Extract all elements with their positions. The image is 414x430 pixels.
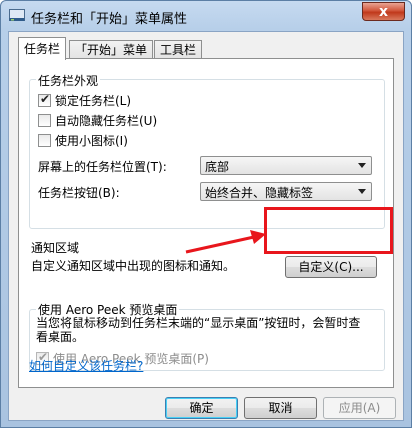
customize-notifications-button[interactable]: 自定义(C)... <box>285 256 377 278</box>
notification-description: 自定义通知区域中出现的图标和通知。 <box>31 259 236 273</box>
position-label: 屏幕上的任务栏位置(T): <box>38 160 167 174</box>
lock-taskbar-option[interactable]: ✔ 锁定任务栏(L) <box>38 92 131 108</box>
small-icons-option[interactable]: 使用小图标(I) <box>38 132 128 148</box>
annotation-arrow-icon <box>185 230 266 254</box>
auto-hide-label: 自动隐藏任务栏(U) <box>55 113 158 128</box>
close-button[interactable]: x <box>362 2 405 21</box>
taskbar-buttons-value: 始终合并、隐藏标签 <box>205 186 314 200</box>
auto-hide-option[interactable]: 自动隐藏任务栏(U) <box>38 112 157 128</box>
buttons-label: 任务栏按钮(B): <box>38 186 120 200</box>
chevron-down-icon <box>358 163 366 168</box>
small-icons-label: 使用小图标(I) <box>55 133 128 148</box>
aero-peek-description: 当您将鼠标移动到任务栏末端的“显示桌面”按钮时，会暂时查看桌面。 <box>36 316 361 344</box>
taskbar-app-icon <box>9 9 25 23</box>
lock-taskbar-checkbox[interactable]: ✔ <box>38 91 51 107</box>
title-bar[interactable]: 任务栏和「开始」菜单属性 x <box>1 1 411 31</box>
ok-button[interactable]: 确定 <box>165 397 238 419</box>
auto-hide-checkbox[interactable] <box>38 113 51 127</box>
chevron-down-icon <box>358 189 366 194</box>
small-icons-checkbox[interactable] <box>38 133 51 147</box>
taskbar-position-select[interactable]: 底部 <box>200 156 372 175</box>
lock-taskbar-label: 锁定任务栏(L) <box>55 93 132 108</box>
tab-start-menu[interactable]: 「开始」菜单 <box>69 40 154 59</box>
close-icon: x <box>378 4 389 20</box>
tab-taskbar[interactable]: 任务栏 <box>18 37 67 60</box>
window-title: 任务栏和「开始」菜单属性 <box>31 12 188 27</box>
taskbar-buttons-select[interactable]: 始终合并、隐藏标签 <box>200 182 372 201</box>
tab-toolbars[interactable]: 工具栏 <box>154 40 203 59</box>
highlight-box <box>264 207 393 254</box>
help-link[interactable]: 如何自定义该任务栏? <box>29 357 143 374</box>
checkmark-icon: ✔ <box>40 91 51 106</box>
apply-button[interactable]: 应用(A) <box>323 397 396 419</box>
cancel-button[interactable]: 取消 <box>244 397 317 419</box>
appearance-group-title: 任务栏外观 <box>36 72 101 89</box>
notification-title: 通知区域 <box>31 241 80 255</box>
taskbar-position-value: 底部 <box>205 160 230 174</box>
